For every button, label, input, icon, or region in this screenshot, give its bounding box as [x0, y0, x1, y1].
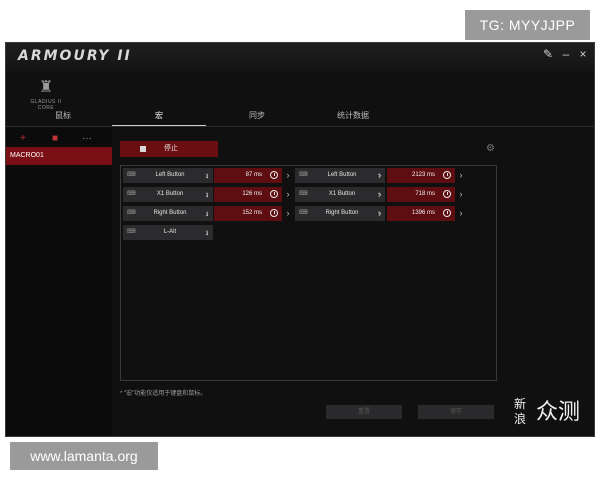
- chevron-right-icon: ›: [205, 170, 209, 180]
- minimize-icon[interactable]: –: [559, 47, 573, 61]
- macro-key-event[interactable]: ⌨ Left Button ↓: [123, 168, 213, 183]
- key-label: X1 Button: [156, 191, 184, 197]
- stop-button[interactable]: 停止: [120, 141, 218, 157]
- key-label: Left Button: [155, 172, 185, 178]
- key-label: Left Button: [327, 172, 357, 178]
- delay-value: 1396 ms: [411, 210, 435, 216]
- key-label: Right Button: [153, 210, 187, 216]
- macro-list-item[interactable]: MACRO01: [6, 147, 112, 165]
- stop-icon: [140, 146, 146, 152]
- clock-icon: [270, 190, 278, 198]
- macro-sidebar: [6, 127, 112, 436]
- key-label: X1 Button: [328, 191, 356, 197]
- key-label: Right Button: [325, 210, 359, 216]
- keyboard-icon: ⌨: [127, 229, 136, 235]
- keyboard-icon: ⌨: [299, 210, 308, 216]
- stop-button-label: 停止: [164, 145, 178, 152]
- delay-value: 126 ms: [242, 191, 262, 197]
- macro-key-event[interactable]: ⌨ X1 Button ↑: [295, 187, 385, 202]
- macro-key-event[interactable]: ⌨ L-Alt ↓: [123, 225, 213, 240]
- site-logo: 新 浪: [514, 397, 527, 426]
- save-button[interactable]: 保存: [418, 405, 494, 419]
- chevron-right-icon: ›: [205, 208, 209, 218]
- macro-delay[interactable]: 126 ms: [214, 187, 282, 202]
- clock-icon: [270, 209, 278, 217]
- delay-value: 87 ms: [245, 172, 262, 178]
- chevron-right-icon: ›: [205, 227, 209, 237]
- add-icon[interactable]: +: [20, 133, 26, 144]
- watermark-bottom: www.lamanta.org: [10, 442, 158, 470]
- macro-event-panel: ⌨ Left Button ↓ › 87 ms › ⌨ Left Button …: [120, 165, 497, 381]
- watermark-top: TG: MYYJJPP: [465, 10, 590, 40]
- chevron-right-icon: ›: [286, 189, 290, 199]
- keyboard-icon: ⌨: [127, 191, 136, 197]
- delete-icon[interactable]: ■: [52, 133, 58, 144]
- macro-key-event[interactable]: ⌨ Right Button ↑: [295, 206, 385, 221]
- delay-value: 718 ms: [415, 191, 435, 197]
- key-label: L-Alt: [163, 229, 177, 235]
- keyboard-icon: ⌨: [127, 172, 136, 178]
- chevron-right-icon: ›: [378, 170, 382, 180]
- device-icon: ♜: [38, 79, 54, 96]
- app-window: ARMOURY II ✎ – × ♜ GLADIUS II CORE 鼠标 宏 …: [5, 42, 595, 437]
- macro-delay[interactable]: 87 ms: [214, 168, 282, 183]
- macro-key-event[interactable]: ⌨ Left Button ↑: [295, 168, 385, 183]
- keyboard-icon: ⌨: [299, 172, 308, 178]
- chevron-right-icon: ›: [286, 208, 290, 218]
- close-icon[interactable]: ×: [576, 47, 590, 61]
- tab-statistics[interactable]: 统计数据: [306, 109, 400, 125]
- macro-delay[interactable]: 1396 ms: [387, 206, 455, 221]
- more-icon[interactable]: ···: [82, 133, 92, 144]
- macro-key-event[interactable]: ⌨ Right Button ↓: [123, 206, 213, 221]
- keyboard-icon: ⌨: [127, 210, 136, 216]
- app-title: ARMOURY II: [18, 48, 132, 64]
- tab-bar: 鼠标 宏 同步 统计数据: [6, 109, 594, 127]
- clock-icon: [443, 171, 451, 179]
- wrench-icon[interactable]: ✎: [541, 47, 555, 61]
- macro-delay[interactable]: 2123 ms: [387, 168, 455, 183]
- macro-delay[interactable]: 152 ms: [214, 206, 282, 221]
- chevron-right-icon: ›: [459, 208, 463, 218]
- delay-value: 152 ms: [242, 210, 262, 216]
- title-bar: ARMOURY II ✎ – ×: [6, 43, 594, 71]
- macro-delay[interactable]: 718 ms: [387, 187, 455, 202]
- chevron-right-icon: ›: [378, 189, 382, 199]
- chevron-right-icon: ›: [378, 208, 382, 218]
- tab-macro[interactable]: 宏: [112, 109, 206, 127]
- chevron-right-icon: ›: [459, 189, 463, 199]
- device-selector[interactable]: ♜ GLADIUS II CORE: [24, 79, 68, 111]
- clock-icon: [443, 190, 451, 198]
- chevron-right-icon: ›: [459, 170, 463, 180]
- tab-sync[interactable]: 同步: [210, 109, 304, 125]
- chevron-right-icon: ›: [286, 170, 290, 180]
- site-watermark: 新 浪 众测: [514, 397, 594, 436]
- clock-icon: [443, 209, 451, 217]
- chevron-right-icon: ›: [205, 189, 209, 199]
- reset-button[interactable]: 重置: [326, 405, 402, 419]
- clock-icon: [270, 171, 278, 179]
- gear-icon[interactable]: ⚙: [486, 143, 495, 154]
- site-name: 众测: [536, 399, 581, 424]
- macro-key-event[interactable]: ⌨ X1 Button ↓: [123, 187, 213, 202]
- tab-mouse[interactable]: 鼠标: [16, 109, 110, 125]
- delay-value: 2123 ms: [411, 172, 435, 178]
- footer-note: * "宏"功能仅适用于键盘和鼠标。: [120, 391, 207, 397]
- keyboard-icon: ⌨: [299, 191, 308, 197]
